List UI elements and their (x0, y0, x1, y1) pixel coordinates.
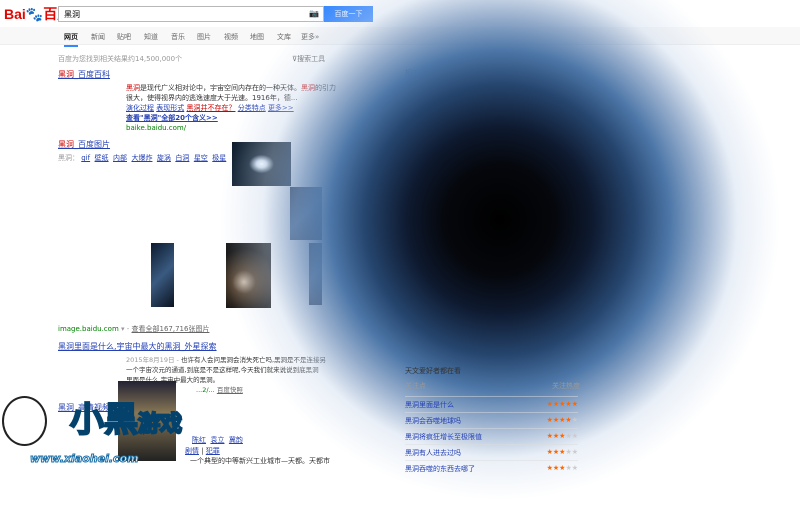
cache-link[interactable]: 百度快照 (217, 386, 243, 394)
xiaohei-watermark-logo: 小黑游戏 www.xiaohei.com (0, 378, 200, 467)
hot-row[interactable]: 黑洞将疯狂增长至极限值 ★★★★★ (405, 428, 578, 444)
tab-zhidao[interactable]: 知道 (144, 32, 158, 42)
baike-snippet: 黑洞是现代广义相对论中，宇宙空间内存在的一种天体。黑洞的引力 很大，使得视界内的… (126, 83, 336, 133)
rating-stars: ★★★★★ (546, 416, 578, 424)
image-tag[interactable]: 极星 (212, 154, 226, 162)
genre-link[interactable]: 犯罪 (206, 447, 220, 455)
rating-stars: ★★★★★ (546, 448, 578, 456)
image-tag[interactable]: 壁纸 (95, 154, 109, 162)
result-title[interactable]: 黑洞里面是什么,宇宙中最大的黑洞_外星探索 (58, 342, 217, 351)
image-source: image.baidu.com ▾ - 查看全部167,716张图片 (58, 325, 210, 333)
rating-stars: ★★★★★ (546, 432, 578, 440)
snip: 也许有人会问黑洞会消失死亡吗,黑洞是不是连接另 (180, 356, 327, 364)
snip: 一个宇宙次元的通道,到底是不是这样呢,今天我们就来说说到底黑洞 (126, 366, 319, 374)
watermark-text: 小黑游戏 (69, 399, 183, 441)
cast-link[interactable]: 冀韵 (229, 436, 243, 444)
image-tag[interactable]: 白洞 (175, 154, 189, 162)
hot-query[interactable]: 黑洞有人进去过吗 (405, 448, 461, 460)
tab-more[interactable]: 更多» (301, 32, 319, 42)
image-tag[interactable]: 星空 (194, 154, 208, 162)
expand-button-2[interactable]: 展开 ⌄ (556, 162, 578, 172)
hot-query[interactable]: 黑洞吞噬的东西去哪了 (405, 464, 475, 476)
tab-video[interactable]: 视频 (224, 32, 238, 42)
image-tag[interactable]: 旋涡 (157, 154, 171, 162)
camera-icon[interactable]: 📷 (309, 9, 319, 18)
related-item[interactable]: 水腔子 (414, 122, 435, 132)
expand-button[interactable]: 展开 ⌄ (556, 68, 578, 78)
title-text: _百度图片 (74, 140, 110, 149)
col-header: 关注点 (405, 382, 426, 390)
view-all-images[interactable]: 查看全部167,716张图片 (132, 325, 210, 333)
tab-images[interactable]: 图片 (197, 32, 211, 42)
paw-icon: 🐾 (25, 6, 44, 22)
cast-link[interactable]: 袁立 (210, 436, 224, 444)
snip: 的引力 (315, 84, 336, 92)
side-title: 相关生物 (405, 69, 433, 77)
hot-row[interactable]: 黑洞会吞噬地球吗 ★★★★★ (405, 412, 578, 428)
image-tag[interactable]: gif (81, 154, 90, 162)
related-item[interactable]: 开头船 (505, 122, 526, 132)
title-highlight: 黑洞 (58, 140, 74, 149)
logo-text: Bai (4, 6, 26, 22)
related-item[interactable]: 双人 (463, 122, 477, 132)
result-url: image.baidu.com (58, 325, 119, 333)
image-thumbnail[interactable] (309, 243, 322, 305)
nav-tabs: 网页 新闻 贴吧 知道 音乐 图片 视频 地图 文库 更多» (0, 27, 800, 47)
hot-query[interactable]: 黑洞会吞噬地球吗 (405, 416, 461, 428)
image-thumbnail[interactable] (232, 142, 291, 186)
image-thumbnail[interactable] (290, 187, 322, 240)
search-tools-label: 搜索工具 (297, 55, 326, 63)
expand-label: 展开 (556, 163, 570, 171)
tab-wenku[interactable]: 文库 (277, 32, 291, 42)
result-title[interactable]: 黑洞_百度百科 (58, 70, 110, 79)
watermark-url: www.xiaohei.com (30, 452, 140, 466)
baike-link[interactable]: 演化过程 (126, 104, 154, 112)
hl: 黑洞 (301, 84, 315, 92)
snip: 是现代广义相对论中，宇宙空间内存在的一种天体。 (140, 84, 301, 92)
title-text: _百度百科 (74, 70, 110, 79)
tab-music[interactable]: 音乐 (171, 32, 185, 42)
result-images: 黑洞_百度图片 黑洞： gif 壁纸 内部 大爆炸 旋涡 白洞 星空 极星 (58, 139, 226, 163)
video-snippet: 一个典型的中等新兴工业城市—天都。天都市 (190, 457, 330, 465)
image-tag[interactable]: 大爆炸 (131, 154, 152, 162)
hot-query[interactable]: 黑洞里面是什么 (405, 400, 454, 412)
image-tag[interactable]: 内部 (113, 154, 127, 162)
tab-news[interactable]: 新闻 (91, 32, 105, 42)
hot-query[interactable]: 黑洞将疯狂增长至极限值 (405, 432, 482, 444)
expand-label: 展开 (556, 69, 570, 77)
snip: 很大，使得视界内的逃逸速度大于光速。1916年，德... (126, 94, 298, 102)
hot-list: 黑洞里面是什么 ★★★★★ 黑洞会吞噬地球吗 ★★★★★ 黑洞将疯狂增长至极限值 ★★★★… (405, 396, 578, 476)
result-title[interactable]: 黑洞_百度图片 (58, 140, 110, 149)
title-highlight: 黑洞 (58, 70, 74, 79)
tab-map[interactable]: 地图 (250, 32, 264, 42)
rating-stars: ★★★★★ (546, 464, 578, 472)
baike-link[interactable]: 黑洞并不存在？ (186, 104, 235, 112)
panda-icon (2, 396, 47, 446)
baike-link[interactable]: 分类特点 (238, 104, 266, 112)
tab-tieba[interactable]: 贴吧 (117, 32, 131, 42)
result-article: 黑洞里面是什么,宇宙中最大的黑洞_外星探索 (58, 341, 217, 352)
result-baike: 黑洞_百度百科 (58, 69, 110, 80)
hot-title: 天文爱好者都在看 (405, 367, 461, 375)
tag-prefix: 黑洞： (58, 154, 79, 162)
baike-link[interactable]: 更多>> (268, 104, 294, 112)
baike-link[interactable]: 表现形式 (156, 104, 184, 112)
hot-row[interactable]: 黑洞里面是什么 ★★★★★ (405, 396, 578, 412)
result-url: baike.baidu.com/ (126, 124, 187, 132)
image-thumbnail[interactable] (151, 243, 174, 307)
hl: 黑洞 (126, 84, 140, 92)
related-item[interactable]: 地陷虫 (549, 122, 570, 132)
hot-row[interactable]: 黑洞吞噬的东西去哪了 ★★★★★ (405, 460, 578, 476)
all-meanings-link[interactable]: 查看"黑洞"全部20个含义>> (126, 114, 218, 122)
result-stats: 百度为您找到相关结果约14,500,000个 (58, 55, 183, 63)
col-header: 关注热度 (552, 382, 580, 390)
image-thumbnail[interactable] (226, 243, 271, 308)
date: 2015年8月19日 - (126, 356, 181, 364)
tab-web[interactable]: 网页 (64, 32, 78, 47)
search-input[interactable] (58, 6, 324, 22)
search-tools[interactable]: ⊽搜索工具 (292, 54, 325, 64)
hot-row[interactable]: 黑洞有人进去过吗 ★★★★★ (405, 444, 578, 460)
rating-stars: ★★★★★ (546, 400, 578, 408)
search-button[interactable]: 百度一下 (324, 6, 373, 22)
